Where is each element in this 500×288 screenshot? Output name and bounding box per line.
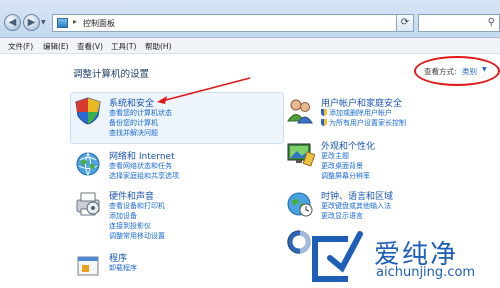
link-add-device[interactable]: 添加设备	[109, 211, 137, 221]
breadcrumb-separator[interactable]: ▸	[73, 17, 77, 26]
watermark-logo	[312, 231, 363, 282]
category-network-internet[interactable]: 网络和 Internet 查看网络状态和任务 选择家庭组和共享选项	[73, 149, 283, 185]
forward-button[interactable]: ▶	[23, 14, 40, 31]
recent-pages-dropdown-icon[interactable]: ▼	[41, 19, 49, 27]
category-appearance[interactable]: 外观和个性化 更改主题 更改桌面背景 调整屏幕分辨率	[285, 139, 495, 185]
uac-shield-icon	[321, 109, 327, 116]
control-panel-icon	[57, 18, 68, 28]
menu-tools[interactable]: 工具(T)	[111, 41, 136, 52]
menu-view[interactable]: 查看(V)	[77, 41, 103, 52]
link-change-input-method[interactable]: 更改键盘或其他输入法	[321, 201, 391, 211]
link-connect-projector[interactable]: 连接到投影仪	[109, 221, 151, 231]
category-hardware-sound[interactable]: 硬件和声音 查看设备和打印机 添加设备 连接到投影仪 调整常用移动设置	[73, 189, 283, 245]
back-button[interactable]: ◀	[4, 14, 21, 31]
appearance-icon	[287, 143, 315, 167]
menu-file[interactable]: 文件(F)	[8, 41, 33, 52]
network-globe-icon	[76, 152, 100, 176]
link-change-display-language[interactable]: 更改显示语言	[321, 211, 363, 221]
clock-globe-icon	[287, 192, 313, 217]
breadcrumb-control-panel[interactable]: 控制面板	[83, 18, 115, 29]
link-devices-printers[interactable]: 查看设备和打印机	[109, 201, 165, 211]
link-add-remove-accounts[interactable]: 添加或删除用户帐户	[321, 108, 392, 118]
link-mobility-settings[interactable]: 调整常用移动设置	[109, 231, 165, 241]
category-programs[interactable]: 程序 卸载程序	[73, 251, 283, 281]
programs-icon	[77, 256, 99, 276]
refresh-button[interactable]: ⟳	[396, 14, 414, 32]
link-network-status[interactable]: 查看网络状态和任务	[109, 161, 172, 171]
link-parental-controls[interactable]: 为所有用户设置家长控制	[321, 118, 406, 128]
shield-icon	[75, 97, 101, 125]
address-bar-area: ◀ ▶ ▼ ▸ 控制面板 ▼ ⟳ ⚲	[0, 0, 500, 38]
link-find-fix-problems[interactable]: 查找并解决问题	[109, 128, 158, 138]
users-icon	[287, 99, 313, 124]
category-clock-language-region[interactable]: 时钟、语言和区域 更改键盘或其他输入法 更改显示语言	[285, 189, 495, 225]
menu-help[interactable]: 帮助(H)	[145, 41, 172, 52]
link-label[interactable]: 为所有用户设置家长控制	[329, 119, 406, 127]
link-homegroup-sharing[interactable]: 选择家庭组和共享选项	[109, 171, 179, 181]
watermark-url: aichunjing.com	[376, 265, 476, 280]
link-screen-resolution[interactable]: 调整屏幕分辨率	[321, 171, 370, 181]
link-uninstall-program[interactable]: 卸载程序	[109, 263, 137, 273]
category-user-accounts[interactable]: 用户帐户和家庭安全 添加或删除用户帐户 为所有用户设置家长控制	[285, 96, 495, 136]
link-change-theme[interactable]: 更改主题	[321, 151, 349, 161]
link-backup-computer[interactable]: 备份您的计算机	[109, 118, 158, 128]
menu-edit[interactable]: 编辑(E)	[43, 41, 69, 52]
menu-bar: 文件(F) 编辑(E) 查看(V) 工具(T) 帮助(H)	[0, 38, 500, 54]
uac-shield-icon	[321, 119, 327, 126]
address-field[interactable]: ▸ 控制面板 ▼	[52, 14, 412, 32]
printer-icon	[76, 192, 100, 216]
link-label[interactable]: 添加或删除用户帐户	[329, 109, 392, 117]
link-view-computer-status[interactable]: 查看您的计算机状态	[109, 108, 172, 118]
search-input[interactable]: ⚲	[418, 14, 500, 32]
category-system-security[interactable]: 系统和安全 查看您的计算机状态 备份您的计算机 查找并解决问题	[73, 96, 283, 146]
link-desktop-background[interactable]: 更改桌面背景	[321, 161, 363, 171]
search-icon: ⚲	[487, 17, 495, 28]
